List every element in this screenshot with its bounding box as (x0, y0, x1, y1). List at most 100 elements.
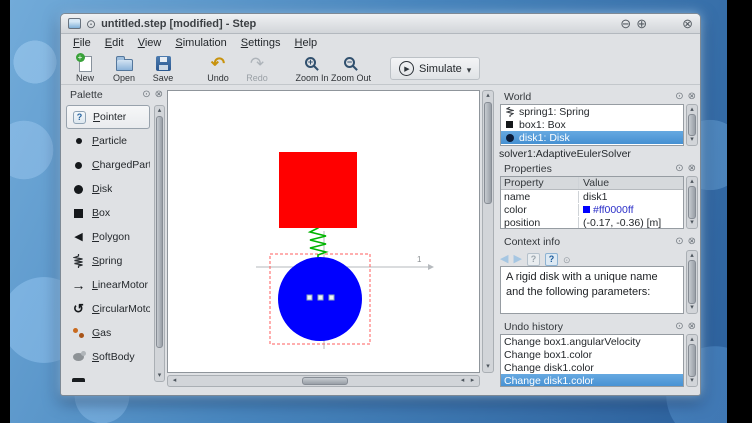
palette-item-spring[interactable]: Spring (66, 249, 150, 273)
undo-item[interactable]: Change box1.color (501, 348, 683, 361)
scroll-down-icon[interactable] (687, 219, 697, 227)
simulation-canvas[interactable]: 1 (167, 90, 480, 373)
new-button[interactable]: New (67, 53, 103, 83)
world-item-box1[interactable]: box1: Box (501, 118, 683, 131)
palette-item-partial[interactable] (66, 369, 150, 382)
maximize-button[interactable] (636, 17, 647, 30)
redo-button[interactable]: Redo (239, 53, 275, 83)
palette-item-pointer[interactable]: Pointer (66, 105, 150, 129)
property-value[interactable]: (-0.17, -0.36) [m] (579, 217, 683, 229)
menu-file[interactable]: File (66, 36, 98, 50)
close-panel-icon[interactable] (688, 92, 696, 102)
properties-scrollbar[interactable] (686, 176, 698, 229)
scrollbar-thumb[interactable] (688, 344, 696, 377)
palette-item-particle[interactable]: Particle (66, 129, 150, 153)
palette-scrollbar[interactable] (154, 105, 165, 382)
selection-handles[interactable] (307, 295, 334, 300)
open-button[interactable]: Open (106, 53, 142, 83)
scroll-down-icon[interactable] (687, 304, 697, 312)
world-solver-item[interactable]: solver1:AdaptiveEulerSolver (499, 148, 631, 160)
scroll-up-icon[interactable] (687, 336, 697, 344)
whats-this-icon[interactable] (545, 253, 558, 266)
help-icon[interactable] (527, 253, 540, 266)
palette-item-disk[interactable]: Disk (66, 177, 150, 201)
simulate-button[interactable]: Simulate (390, 57, 480, 80)
menu-view[interactable]: View (131, 36, 169, 50)
undo-item[interactable]: Change disk1.color (501, 361, 683, 374)
charged-particle-icon (75, 162, 82, 169)
scrollbar-thumb[interactable] (302, 377, 348, 385)
palette-item-gas[interactable]: Gas (66, 321, 150, 345)
palette-item-box[interactable]: Box (66, 201, 150, 225)
zoom-out-button[interactable]: Zoom Out (333, 53, 369, 83)
save-button[interactable]: Save (145, 53, 181, 83)
scroll-up-icon[interactable] (687, 252, 697, 260)
column-value[interactable]: Value (579, 177, 683, 189)
scroll-down-icon[interactable] (687, 136, 697, 144)
float-panel-icon[interactable] (675, 92, 683, 102)
close-panel-icon[interactable] (688, 164, 696, 174)
float-panel-icon[interactable] (675, 164, 683, 174)
palette-item-charged-particle[interactable]: ChargedPartic (66, 153, 150, 177)
open-button-label: Open (113, 73, 135, 83)
float-panel-icon[interactable] (142, 90, 150, 100)
softbody-icon (73, 353, 84, 361)
minimize-button[interactable] (620, 17, 631, 30)
palette-item-softbody[interactable]: SoftBody (66, 345, 150, 369)
world-scrollbar[interactable] (686, 104, 698, 146)
undo-history-scrollbar[interactable] (686, 334, 698, 387)
context-scrollbar[interactable] (686, 250, 698, 314)
scroll-up-icon[interactable] (155, 107, 164, 115)
context-info-text: A rigid disk with a unique name and the … (500, 266, 684, 314)
app-icon[interactable] (68, 18, 81, 29)
scroll-down-icon[interactable] (687, 377, 697, 385)
menubar: File Edit View Simulation Settings Help (61, 35, 700, 51)
menu-settings[interactable]: Settings (234, 36, 288, 50)
close-button[interactable] (682, 17, 693, 30)
float-panel-icon[interactable] (675, 237, 683, 247)
titlebar[interactable]: untitled.step [modified] - Step (61, 14, 700, 34)
menu-simulation[interactable]: Simulation (168, 36, 233, 50)
properties-header: Properties (498, 162, 699, 175)
scrollbar-thumb[interactable] (688, 114, 696, 136)
scroll-left-icon[interactable] (458, 377, 467, 385)
forward-icon[interactable] (513, 253, 521, 265)
box-object[interactable] (279, 152, 357, 228)
column-property[interactable]: Property (501, 177, 579, 189)
scroll-right-icon[interactable] (468, 377, 477, 385)
canvas-vertical-scrollbar[interactable] (482, 90, 494, 373)
close-panel-icon[interactable] (688, 322, 696, 332)
scrollbar-thumb[interactable] (688, 186, 696, 219)
zoom-in-button[interactable]: Zoom In (294, 53, 330, 83)
scrollbar-thumb[interactable] (484, 102, 492, 204)
property-value[interactable]: #ff0000ff (579, 204, 683, 216)
scroll-left-icon[interactable] (170, 377, 179, 385)
close-panel-icon[interactable] (155, 90, 163, 100)
palette-item-linear-motor[interactable]: LinearMotor (66, 273, 150, 297)
simulation-scene: 1 (168, 91, 479, 372)
menu-edit[interactable]: Edit (98, 36, 131, 50)
palette-item-circular-motor[interactable]: CircularMotor (66, 297, 150, 321)
palette-item-polygon[interactable]: Polygon (66, 225, 150, 249)
world-item-disk1[interactable]: disk1: Disk (501, 131, 683, 144)
float-panel-icon[interactable] (675, 322, 683, 332)
scroll-up-icon[interactable] (483, 92, 493, 100)
menu-help[interactable]: Help (288, 36, 325, 50)
scrollbar-thumb[interactable] (156, 116, 163, 348)
scroll-up-icon[interactable] (687, 178, 697, 186)
undo-button[interactable]: Undo (200, 53, 236, 83)
scroll-down-icon[interactable] (483, 363, 493, 371)
canvas-horizontal-scrollbar[interactable] (167, 375, 480, 387)
undo-item[interactable]: Change box1.angularVelocity (501, 335, 683, 348)
undo-item-current[interactable]: Change disk1.color (501, 374, 683, 387)
scrollbar-thumb[interactable] (688, 260, 696, 304)
world-item-spring1[interactable]: spring1: Spring (501, 105, 683, 118)
window-menu-icon[interactable] (86, 18, 96, 30)
chevron-down-icon[interactable] (467, 60, 472, 78)
scroll-down-icon[interactable] (155, 372, 164, 380)
back-icon[interactable] (500, 253, 508, 265)
zoom-out-label: Zoom Out (331, 73, 371, 83)
property-value[interactable]: disk1 (579, 191, 683, 203)
scroll-up-icon[interactable] (687, 106, 697, 114)
close-panel-icon[interactable] (688, 237, 696, 247)
